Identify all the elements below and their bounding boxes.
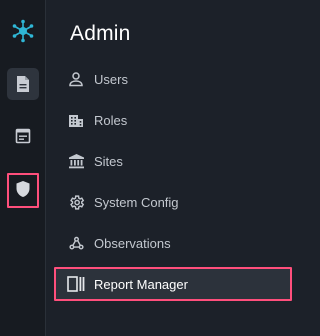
webhook-icon bbox=[66, 233, 86, 253]
admin-panel: Admin Users Roles Sites System Config Ob… bbox=[47, 0, 299, 336]
nav-item-label: Observations bbox=[94, 236, 171, 251]
nav-item-label: Users bbox=[94, 72, 128, 87]
admin-highlight-frame bbox=[7, 173, 39, 208]
panel-title: Admin bbox=[70, 22, 131, 45]
nav-item-label: Report Manager bbox=[94, 277, 188, 292]
report-panel-icon bbox=[66, 274, 86, 294]
nav-item-sites[interactable]: Sites bbox=[47, 142, 299, 180]
nav-item-observations[interactable]: Observations bbox=[47, 224, 299, 262]
user-icon bbox=[66, 69, 86, 89]
hub-network-icon[interactable] bbox=[7, 15, 39, 47]
nav-item-system-config[interactable]: System Config bbox=[47, 183, 299, 221]
nav-item-label: Sites bbox=[94, 154, 123, 169]
nav-item-report-manager[interactable]: Report Manager bbox=[47, 265, 299, 303]
building-icon bbox=[66, 110, 86, 130]
form-window-icon bbox=[15, 128, 31, 144]
document-icon bbox=[15, 75, 31, 93]
bank-icon bbox=[66, 151, 86, 171]
nav-item-users[interactable]: Users bbox=[47, 60, 299, 98]
nav-item-roles[interactable]: Roles bbox=[47, 101, 299, 139]
icon-rail bbox=[0, 0, 46, 336]
rail-reports-button[interactable] bbox=[7, 68, 39, 100]
nav-item-label: Roles bbox=[94, 113, 128, 128]
rail-forms-button[interactable] bbox=[7, 120, 39, 152]
nav-item-label: System Config bbox=[94, 195, 179, 210]
gear-icon bbox=[66, 192, 86, 212]
